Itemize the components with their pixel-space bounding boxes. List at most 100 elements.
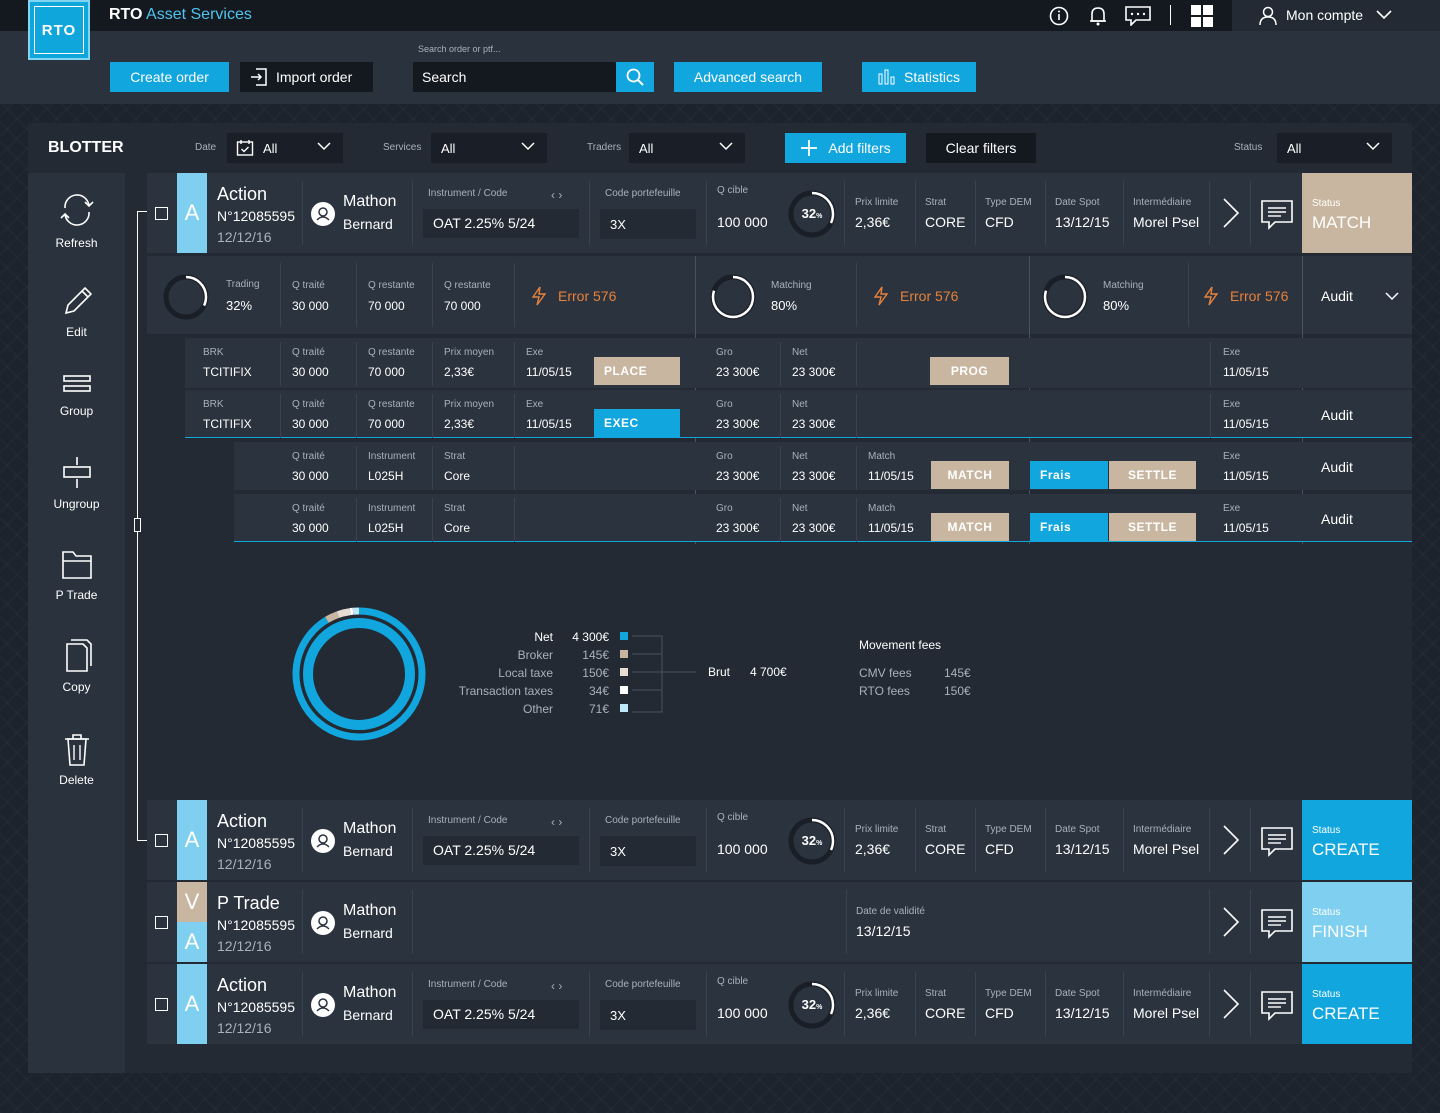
divider [706, 972, 707, 1036]
audit-button[interactable]: Audit [1321, 288, 1353, 304]
status-filter-value: All [1287, 140, 1302, 156]
column-label: Date Spot [1055, 197, 1100, 208]
frais-button[interactable]: Frais [1030, 461, 1108, 489]
chevron-down-icon[interactable] [1385, 292, 1399, 301]
copy-button[interactable]: Copy [28, 638, 125, 694]
field-label: Exe [1223, 503, 1241, 514]
code-arrows-icon[interactable]: ‹ › [551, 979, 562, 993]
status-badge[interactable]: Status CREATE [1302, 800, 1412, 880]
instrument-field[interactable]: OAT 2.25% 5/24 [423, 1000, 579, 1029]
code-arrows-icon[interactable]: ‹ › [551, 815, 562, 829]
field-value: Core [444, 521, 471, 535]
order-type-stripe: A [177, 964, 207, 1044]
order-date: 12/12/16 [217, 938, 272, 954]
field-label: Net [792, 503, 808, 514]
instrument-field[interactable]: OAT 2.25% 5/24 [423, 836, 579, 865]
delete-button[interactable]: Delete [28, 731, 125, 787]
status-value: CREATE [1312, 840, 1380, 859]
group-button[interactable]: Group [28, 372, 125, 418]
search-button[interactable] [616, 62, 654, 92]
chevron-right-icon[interactable] [1222, 988, 1240, 1025]
field-value: 2,33€ [444, 417, 475, 431]
divider [1250, 972, 1251, 1036]
exec-button[interactable]: EXEC [594, 409, 680, 437]
column-label: Prix limite [855, 988, 899, 999]
place-button[interactable]: PLACE [594, 357, 680, 385]
services-filter[interactable]: All [431, 133, 547, 163]
info-icon[interactable] [1049, 6, 1069, 31]
comment-icon[interactable] [1261, 827, 1293, 862]
advanced-search-button[interactable]: Advanced search [674, 62, 822, 92]
divider [589, 808, 590, 872]
match-button[interactable]: MATCH [931, 461, 1009, 489]
portefeuille-select[interactable]: 3X [600, 1000, 696, 1030]
matching-label: Matching [1103, 280, 1144, 291]
match-button-label: MATCH [947, 520, 993, 534]
lightning-icon [1202, 286, 1220, 311]
ptrade-button[interactable]: P Trade [28, 548, 125, 602]
trading-progress-ring [163, 274, 209, 320]
comment-icon[interactable] [1261, 200, 1293, 235]
code-arrows-icon[interactable]: ‹ › [551, 188, 562, 202]
settle-button[interactable]: SETTLE [1109, 461, 1196, 489]
status-badge[interactable]: Status MATCH [1302, 173, 1412, 253]
order-type-stripe: A [177, 173, 207, 253]
grid-icon[interactable] [1191, 5, 1213, 32]
comment-icon[interactable] [1261, 909, 1293, 944]
account-menu[interactable]: Mon compte [1232, 0, 1440, 31]
qcible-value: 100 000 [717, 1005, 768, 1021]
match-button[interactable]: MATCH [931, 513, 1009, 541]
add-filters-button[interactable]: Add filters [785, 133, 906, 163]
ungroup-button[interactable]: Ungroup [28, 455, 125, 511]
prog-button[interactable]: PROG [930, 357, 1009, 385]
settle-button[interactable]: SETTLE [1109, 513, 1196, 541]
chevron-right-icon[interactable] [1222, 824, 1240, 861]
error-message[interactable]: Error 576 [900, 288, 958, 304]
audit-button[interactable]: Audit [1321, 459, 1353, 475]
logo[interactable]: RTO [28, 0, 90, 60]
frais-button[interactable]: Frais [1030, 513, 1108, 541]
refresh-icon [59, 194, 94, 226]
search-input[interactable]: Search [413, 62, 616, 92]
audit-button[interactable]: Audit [1321, 511, 1353, 527]
portefeuille-select[interactable]: 3X [600, 209, 696, 239]
field-label: Exe [1223, 347, 1241, 358]
account-label: Mon compte [1286, 7, 1364, 23]
edit-button[interactable]: Edit [28, 283, 125, 339]
bell-icon[interactable] [1088, 5, 1108, 32]
create-order-button[interactable]: Create order [110, 62, 229, 92]
column-label: Strat [925, 197, 947, 208]
qrestante-value: 70 000 [368, 299, 405, 313]
status-filter[interactable]: All [1277, 133, 1392, 163]
error-message[interactable]: Error 576 [1230, 288, 1288, 304]
date-filter[interactable]: All [227, 133, 343, 163]
row-checkbox[interactable] [155, 834, 168, 847]
order-number: N°12085595 [217, 208, 295, 224]
status-badge[interactable]: Status FINISH [1302, 882, 1412, 962]
import-order-button[interactable]: Import order [240, 62, 373, 92]
portefeuille-select[interactable]: 3X [600, 836, 696, 866]
app-title: RTO Asset Services [109, 6, 252, 24]
column-label: Intermédiaire [1133, 197, 1192, 208]
divider [1170, 5, 1171, 25]
divider [844, 181, 845, 245]
instrument-field[interactable]: OAT 2.25% 5/24 [423, 209, 579, 238]
statistics-button[interactable]: Statistics [862, 62, 976, 92]
chevron-right-icon[interactable] [1222, 197, 1240, 234]
fee-value: 145€ [582, 648, 609, 662]
status-badge[interactable]: Status CREATE [1302, 964, 1412, 1044]
refresh-button[interactable]: Refresh [28, 190, 125, 250]
traders-filter[interactable]: All [629, 133, 745, 163]
comment-icon[interactable] [1261, 991, 1293, 1026]
clear-filters-button[interactable]: Clear filters [926, 133, 1036, 163]
calendar-icon [236, 140, 254, 156]
error-message[interactable]: Error 576 [558, 288, 616, 304]
chevron-right-icon[interactable] [1222, 906, 1240, 943]
row-checkbox[interactable] [155, 916, 168, 929]
trader-last-name: Bernard [343, 925, 393, 941]
audit-button[interactable]: Audit [1321, 407, 1353, 423]
chat-icon[interactable] [1125, 6, 1151, 31]
field-label: BRK [203, 347, 224, 358]
row-checkbox[interactable] [155, 207, 168, 220]
row-checkbox[interactable] [155, 998, 168, 1011]
